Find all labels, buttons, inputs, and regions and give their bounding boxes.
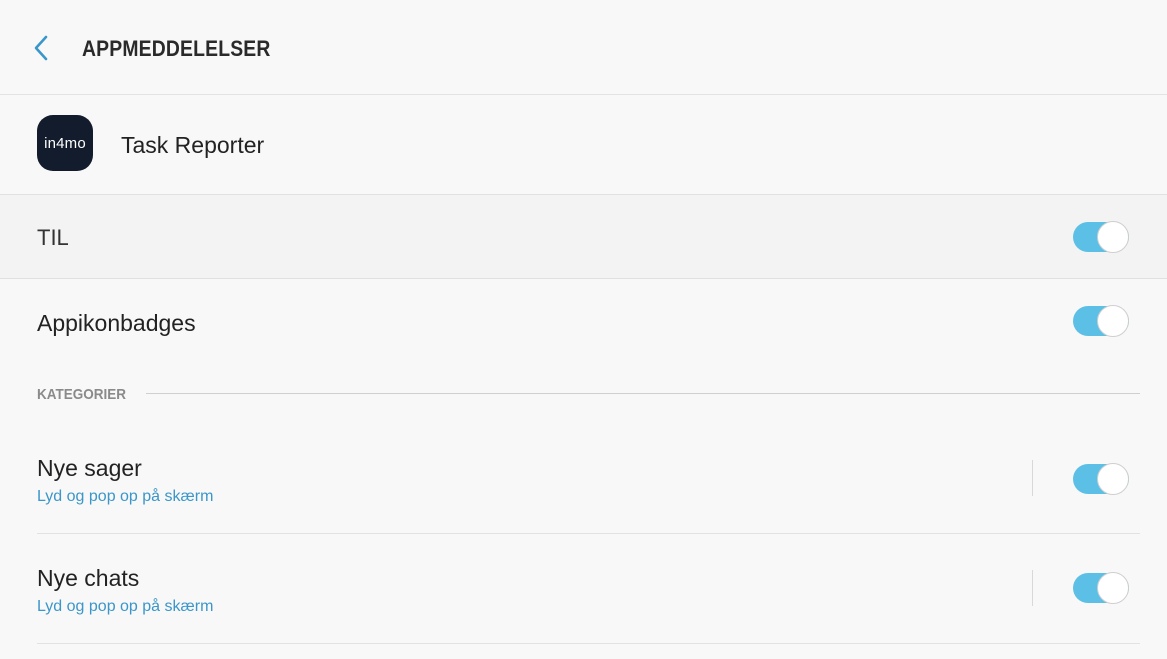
categories-divider — [146, 393, 1140, 394]
category-switch-nye-sager[interactable] — [1073, 463, 1129, 495]
app-icon: in4mo — [37, 115, 93, 171]
toggle-knob — [1097, 305, 1129, 337]
page-title: APPMEDDELELSER — [82, 36, 271, 61]
category-title: Nye sager — [37, 455, 142, 481]
row-divider — [37, 643, 1140, 644]
master-toggle-row[interactable]: TIL — [0, 195, 1167, 279]
toggle-knob — [1097, 221, 1129, 253]
category-row-nye-chats[interactable]: Nye chats Lyd og pop op på skærm — [0, 533, 1167, 643]
app-icon-badges-row[interactable]: Appikonbadges — [0, 279, 1167, 369]
chevron-left-icon — [34, 35, 48, 61]
category-title: Nye chats — [37, 565, 140, 591]
category-switch-nye-chats[interactable] — [1073, 572, 1129, 604]
app-icon-badges-switch[interactable] — [1073, 305, 1129, 337]
vertical-divider — [1032, 460, 1033, 496]
app-icon-badges-label: Appikonbadges — [37, 310, 196, 336]
master-toggle-switch[interactable] — [1073, 221, 1129, 253]
category-subtitle: Lyd og pop op på skærm — [37, 598, 214, 615]
category-row-nye-sager[interactable]: Nye sager Lyd og pop op på skærm — [0, 423, 1167, 533]
toggle-knob — [1097, 572, 1129, 604]
categories-header: KATEGORIER — [37, 386, 127, 403]
category-subtitle: Lyd og pop op på skærm — [37, 488, 214, 505]
app-info-row: in4mo Task Reporter — [0, 95, 1167, 195]
app-name: Task Reporter — [121, 132, 265, 158]
vertical-divider — [1032, 570, 1033, 606]
master-toggle-label: TIL — [37, 225, 69, 250]
app-bar: APPMEDDELELSER — [0, 0, 1167, 95]
back-button[interactable] — [26, 30, 56, 66]
toggle-knob — [1097, 463, 1129, 495]
